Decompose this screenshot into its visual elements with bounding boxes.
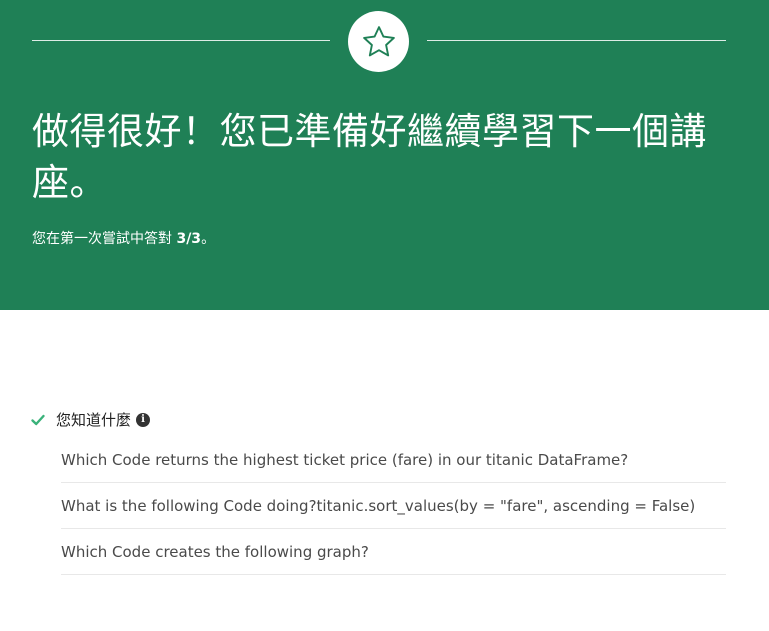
completion-banner: 做得很好！您已準備好繼續學習下一個講座。 您在第一次嘗試中答對 3/3。 [0, 0, 769, 310]
question-list: Which Code returns the highest ticket pr… [61, 437, 726, 575]
star-badge [348, 11, 409, 72]
star-outline-icon [362, 25, 395, 56]
score-summary-suffix: 。 [201, 231, 216, 247]
question-item[interactable]: Which Code returns the highest ticket pr… [61, 437, 726, 483]
results-section-header: 您知道什麼 i [30, 408, 151, 432]
score-value: 3/3 [176, 231, 202, 247]
divider-line-left [32, 40, 330, 41]
completion-headline: 做得很好！您已準備好繼續學習下一個講座。 [32, 110, 707, 204]
check-icon [31, 414, 45, 426]
score-summary: 您在第一次嘗試中答對 3/3。 [32, 229, 215, 249]
question-item[interactable]: What is the following Code doing?titanic… [61, 483, 726, 529]
question-item[interactable]: Which Code creates the following graph? [61, 529, 726, 575]
score-summary-prefix: 您在第一次嘗試中答對 [32, 231, 177, 247]
info-icon[interactable]: i [136, 413, 151, 427]
section-title: 您知道什麼 [56, 411, 132, 429]
divider-line-right [427, 40, 726, 41]
